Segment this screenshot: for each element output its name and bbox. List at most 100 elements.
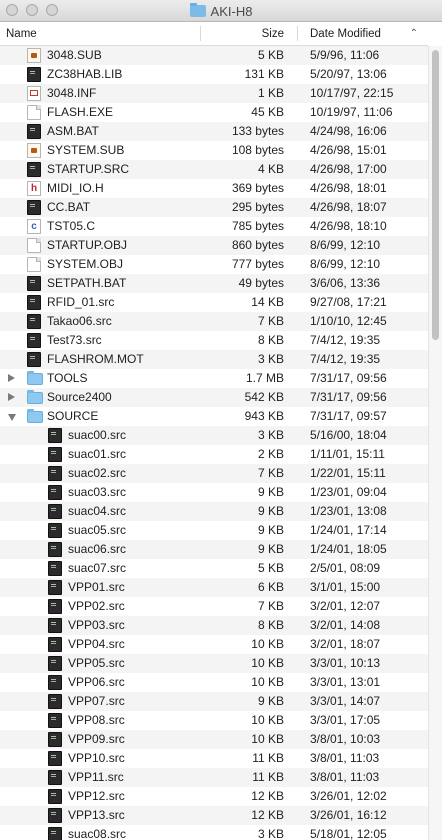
file-row[interactable]: SYSTEM.SUB 108 bytes 4/26/98, 15:01 <box>0 141 428 160</box>
exec-file-icon <box>48 808 62 823</box>
file-row[interactable]: suac08.src 3 KB 5/18/01, 12:05 <box>0 825 428 840</box>
column-header-date[interactable]: Date Modified <box>310 22 381 45</box>
file-date-modified: 8/6/99, 12:10 <box>310 257 381 271</box>
file-row[interactable]: suac02.src 7 KB 1/22/01, 15:11 <box>0 464 428 483</box>
file-date-modified: 7/4/12, 19:35 <box>310 352 381 366</box>
file-row[interactable]: SYSTEM.OBJ 777 bytes 8/6/99, 12:10 <box>0 255 428 274</box>
file-row[interactable]: 3048.SUB 5 KB 5/9/96, 11:06 <box>0 46 428 65</box>
file-date-modified: 7/31/17, 09:57 <box>310 409 387 423</box>
file-name: VPP03.src <box>68 618 125 632</box>
file-name: VPP13.src <box>68 808 125 822</box>
file-size: 133 bytes <box>231 124 284 138</box>
column-divider[interactable] <box>297 26 298 41</box>
exec-file-icon <box>48 561 62 576</box>
file-name: TST05.C <box>47 219 96 233</box>
file-date-modified: 1/11/01, 15:11 <box>310 447 385 461</box>
file-row[interactable]: suac06.src 9 KB 1/24/01, 18:05 <box>0 540 428 559</box>
file-name: VPP12.src <box>68 789 125 803</box>
file-row[interactable]: VPP01.src 6 KB 3/1/01, 15:00 <box>0 578 428 597</box>
scrollbar-thumb[interactable] <box>432 50 439 340</box>
file-size: 12 KB <box>251 808 284 822</box>
file-row[interactable]: RFID_01.src 14 KB 9/27/08, 17:21 <box>0 293 428 312</box>
disclosure-open-icon[interactable] <box>8 414 16 421</box>
file-row[interactable]: VPP02.src 7 KB 3/2/01, 12:07 <box>0 597 428 616</box>
exec-file-icon <box>27 295 41 310</box>
exec-file-icon <box>48 580 62 595</box>
file-size: 7 KB <box>257 314 284 328</box>
file-row[interactable]: VPP03.src 8 KB 3/2/01, 14:08 <box>0 616 428 635</box>
file-name: suac03.src <box>68 485 127 499</box>
file-row[interactable]: suac04.src 9 KB 1/23/01, 13:08 <box>0 502 428 521</box>
file-name: MIDI_IO.H <box>47 181 104 195</box>
file-row[interactable]: suac05.src 9 KB 1/24/01, 17:14 <box>0 521 428 540</box>
file-date-modified: 1/10/10, 12:45 <box>310 314 387 328</box>
file-row[interactable]: Takao06.src 7 KB 1/10/10, 12:45 <box>0 312 428 331</box>
folder-row[interactable]: SOURCE 943 KB 7/31/17, 09:57 <box>0 407 428 426</box>
file-list[interactable]: 3048.SUB 5 KB 5/9/96, 11:06 ZC38HAB.LIB 131 … <box>0 46 428 840</box>
file-row[interactable]: suac07.src 5 KB 2/5/01, 08:09 <box>0 559 428 578</box>
file-name: CC.BAT <box>47 200 91 214</box>
file-row[interactable]: h MIDI_IO.H 369 bytes 4/26/98, 18:01 <box>0 179 428 198</box>
file-row[interactable]: 3048.INF 1 KB 10/17/97, 22:15 <box>0 84 428 103</box>
file-date-modified: 3/3/01, 14:07 <box>310 694 381 708</box>
file-date-modified: 4/26/98, 18:07 <box>310 200 387 214</box>
file-name: VPP07.src <box>68 694 125 708</box>
file-row[interactable]: VPP04.src 10 KB 3/2/01, 18:07 <box>0 635 428 654</box>
exec-file-icon <box>48 428 62 443</box>
exec-file-icon <box>48 523 62 538</box>
folder-row[interactable]: Source2400 542 KB 7/31/17, 09:56 <box>0 388 428 407</box>
file-date-modified: 1/24/01, 18:05 <box>310 542 387 556</box>
file-row[interactable]: CC.BAT 295 bytes 4/26/98, 18:07 <box>0 198 428 217</box>
folder-icon <box>27 390 43 404</box>
file-size: 3 KB <box>257 352 284 366</box>
file-date-modified: 10/17/97, 22:15 <box>310 86 394 100</box>
file-row[interactable]: VPP13.src 12 KB 3/26/01, 16:12 <box>0 806 428 825</box>
file-name: ASM.BAT <box>47 124 99 138</box>
disclosure-closed-icon[interactable] <box>8 374 15 382</box>
file-row[interactable]: VPP07.src 9 KB 3/3/01, 14:07 <box>0 692 428 711</box>
file-row[interactable]: ASM.BAT 133 bytes 4/24/98, 16:06 <box>0 122 428 141</box>
file-date-modified: 5/9/96, 11:06 <box>310 48 380 62</box>
file-date-modified: 1/23/01, 13:08 <box>310 504 387 518</box>
file-size: 11 KB <box>252 751 284 765</box>
disclosure-closed-icon[interactable] <box>8 393 15 401</box>
file-row[interactable]: VPP08.src 10 KB 3/3/01, 17:05 <box>0 711 428 730</box>
file-row[interactable]: VPP06.src 10 KB 3/3/01, 13:01 <box>0 673 428 692</box>
file-size: 10 KB <box>251 675 284 689</box>
file-row[interactable]: ZC38HAB.LIB 131 KB 5/20/97, 13:06 <box>0 65 428 84</box>
file-row[interactable]: SETPATH.BAT 49 bytes 3/6/06, 13:36 <box>0 274 428 293</box>
file-row[interactable]: VPP10.src 11 KB 3/8/01, 11:03 <box>0 749 428 768</box>
file-row[interactable]: VPP05.src 10 KB 3/3/01, 10:13 <box>0 654 428 673</box>
file-row[interactable]: FLASHROM.MOT 3 KB 7/4/12, 19:35 <box>0 350 428 369</box>
file-size: 9 KB <box>257 542 284 556</box>
folder-row[interactable]: TOOLS 1.7 MB 7/31/17, 09:56 <box>0 369 428 388</box>
file-row[interactable]: suac01.src 2 KB 1/11/01, 15:11 <box>0 445 428 464</box>
file-date-modified: 3/3/01, 13:01 <box>310 675 381 689</box>
exec-file-icon <box>27 276 41 291</box>
file-row[interactable]: STARTUP.OBJ 860 bytes 8/6/99, 12:10 <box>0 236 428 255</box>
file-size: 369 bytes <box>231 181 284 195</box>
exec-file-icon <box>27 352 41 367</box>
file-row[interactable]: c TST05.C 785 bytes 4/26/98, 18:10 <box>0 217 428 236</box>
file-row[interactable]: VPP12.src 12 KB 3/26/01, 12:02 <box>0 787 428 806</box>
file-row[interactable]: suac00.src 3 KB 5/16/00, 18:04 <box>0 426 428 445</box>
file-name: VPP10.src <box>68 751 125 765</box>
file-size: 3 KB <box>257 428 284 442</box>
file-row[interactable]: STARTUP.SRC 4 KB 4/26/98, 17:00 <box>0 160 428 179</box>
column-header-name[interactable]: Name <box>6 22 37 45</box>
file-row[interactable]: FLASH.EXE 45 KB 10/19/97, 11:06 <box>0 103 428 122</box>
document-icon <box>27 257 41 272</box>
file-row[interactable]: Test73.src 8 KB 7/4/12, 19:35 <box>0 331 428 350</box>
file-row[interactable]: VPP09.src 10 KB 3/8/01, 10:03 <box>0 730 428 749</box>
file-row[interactable]: suac03.src 9 KB 1/23/01, 09:04 <box>0 483 428 502</box>
sort-ascending-icon[interactable]: ⌃ <box>410 28 418 39</box>
file-row[interactable]: VPP11.src 11 KB 3/8/01, 11:03 <box>0 768 428 787</box>
file-size: 49 bytes <box>238 276 284 290</box>
column-header-size[interactable]: Size <box>200 22 284 45</box>
file-name: VPP04.src <box>68 637 125 651</box>
vertical-scrollbar[interactable] <box>428 46 442 840</box>
exec-file-icon <box>48 466 62 481</box>
exec-file-icon <box>27 162 41 177</box>
file-date-modified: 5/16/00, 18:04 <box>310 428 387 442</box>
h-file-icon: h <box>27 181 41 196</box>
